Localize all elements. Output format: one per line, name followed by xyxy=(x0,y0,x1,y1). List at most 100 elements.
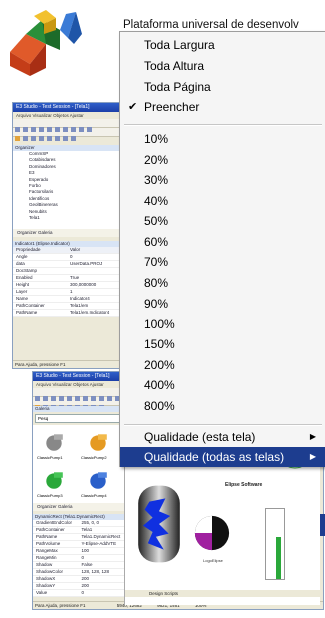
menu-item-label: 200% xyxy=(144,358,175,372)
gallery-item-label: ClassicPump2 xyxy=(81,455,107,460)
prop-name: Angle xyxy=(16,254,28,259)
menu-item-fill[interactable]: ✔ Preencher xyxy=(120,97,325,117)
prop-name: data xyxy=(16,261,25,266)
prop-value: 100 xyxy=(81,548,90,553)
properties-grid: GradientEndColor 255, 0, 0 PathContainer T… xyxy=(33,520,124,597)
prop-name: RangeMin xyxy=(36,555,57,560)
pump-icon[interactable] xyxy=(43,431,65,453)
menu-bar: Arquivo Visualizar Objetos Ajustar xyxy=(16,113,84,118)
toolbar xyxy=(13,119,121,132)
menu-separator xyxy=(124,124,322,126)
prop-name: ShadowY xyxy=(36,583,56,588)
menu-item-full-page[interactable]: Toda Página xyxy=(120,77,325,97)
menu-item-label: 70% xyxy=(144,255,169,269)
prop-value: True xyxy=(70,275,80,280)
prop-value: Tela1/em xyxy=(70,303,89,308)
menu-item-label: Toda Altura xyxy=(144,59,205,73)
prop-value: False xyxy=(81,562,93,567)
menu-item-zoom-100[interactable]: 100% xyxy=(120,314,325,334)
menu-item-label: 40% xyxy=(144,194,169,208)
menu-item-zoom-30[interactable]: 30% xyxy=(120,170,325,190)
pie-graphic xyxy=(194,515,230,551)
menu-item-zoom-90[interactable]: 90% xyxy=(120,294,325,314)
menu-item-label: 10% xyxy=(144,132,169,146)
gallery-search-field[interactable]: Pesq xyxy=(35,414,122,423)
menu-item-full-width[interactable]: Toda Largura xyxy=(120,35,325,55)
menu-item-zoom-800[interactable]: 800% xyxy=(120,396,325,416)
prop-value: Indicator4 xyxy=(70,296,90,301)
toolbar-2 xyxy=(13,128,121,141)
status-bar: Para Ajuda, pressione F1 xyxy=(13,360,121,368)
pump-icon[interactable] xyxy=(43,469,65,491)
menu-item-zoom-200[interactable]: 200% xyxy=(120,355,325,375)
menu-item-label: Toda Página xyxy=(144,80,211,94)
menu-item-label: 150% xyxy=(144,337,175,351)
prop-name: GradientEndColor xyxy=(36,520,73,525)
menu-item-label: 400% xyxy=(144,378,175,392)
menu-item-zoom-50[interactable]: 50% xyxy=(120,211,325,231)
prop-name: ShadowX xyxy=(36,576,56,581)
menu-item-label: 80% xyxy=(144,276,169,290)
menu-item-label: 20% xyxy=(144,153,169,167)
menu-item-label: 90% xyxy=(144,297,169,311)
submenu-arrow-icon: ▶ xyxy=(309,432,316,441)
zoom-context-menu: Toda Largura Toda Altura Toda Página ✔ P… xyxy=(119,31,325,467)
prop-value: Tela1.DynamicRect xyxy=(81,534,121,539)
prop-name: Height xyxy=(16,282,30,287)
panel-tabs: Organizer Galeria xyxy=(13,229,121,237)
menu-item-quality-this-screen[interactable]: Qualidade (esta tela) ▶ xyxy=(120,427,325,447)
menu-item-zoom-40[interactable]: 40% xyxy=(120,191,325,211)
checkmark-icon: ✔ xyxy=(128,101,138,113)
menu-item-label: 50% xyxy=(144,214,169,228)
menu-item-label: 30% xyxy=(144,173,169,187)
canvas-tabs[interactable]: Design Scripts xyxy=(125,590,320,597)
menu-item-label: Qualidade (todas as telas) xyxy=(144,450,285,464)
prop-name: PathContainer xyxy=(36,527,65,532)
panel-tabs: Organizer Galeria xyxy=(33,503,124,511)
prop-value: Tela1 xyxy=(81,527,93,532)
prop-value: 200 xyxy=(81,583,90,588)
menu-item-label: 800% xyxy=(144,399,175,413)
gallery-item-label: ClassicPump1 xyxy=(37,455,63,460)
prop-name: Enabled xyxy=(16,275,33,280)
prop-value: 0 xyxy=(81,590,85,595)
prop-value: 128, 128, 128 xyxy=(81,569,110,574)
menu-item-full-height[interactable]: Toda Altura xyxy=(120,56,325,76)
canvas-title: Elipse Software xyxy=(225,482,263,488)
prop-value: 0 xyxy=(81,555,85,560)
menu-item-zoom-10[interactable]: 10% xyxy=(120,129,325,149)
tree-item: Tela1 xyxy=(29,215,40,221)
menu-item-zoom-150[interactable]: 150% xyxy=(120,334,325,354)
prop-name: PathName xyxy=(36,534,58,539)
prop-name: ShadowColor xyxy=(36,569,64,574)
submenu-edge xyxy=(320,514,325,536)
gallery-panel-title: Galeria xyxy=(33,406,124,412)
menu-item-zoom-400[interactable]: 400% xyxy=(120,375,325,395)
prop-name: Name xyxy=(16,296,29,301)
menu-item-zoom-20[interactable]: 20% xyxy=(120,150,325,170)
menu-item-label: Qualidade (esta tela) xyxy=(144,430,256,444)
menu-item-label: 60% xyxy=(144,235,169,249)
prop-value: 200 xyxy=(81,576,90,581)
prop-name: Shadow xyxy=(36,562,53,567)
canvas-logo-label: LogoElipse xyxy=(203,558,223,563)
bar-meter-fill xyxy=(276,537,281,579)
menu-separator xyxy=(124,424,322,426)
menu-item-zoom-80[interactable]: 80% xyxy=(120,273,325,293)
prop-value: 0 xyxy=(70,254,73,259)
pump-icon[interactable] xyxy=(87,431,109,453)
pump-icon[interactable] xyxy=(87,469,109,491)
prop-name: RangeMax xyxy=(36,548,58,553)
prop-value: Tela1/em.Indicator4 xyxy=(70,310,110,315)
organizer-tree: CommSP Cotabisdares Dominadores E3 Esper… xyxy=(13,151,121,229)
menu-item-zoom-60[interactable]: 60% xyxy=(120,232,325,252)
menu-item-zoom-70[interactable]: 70% xyxy=(120,252,325,272)
prop-name: PathVolume xyxy=(36,541,61,546)
prop-value: 300,0000000 xyxy=(70,282,97,287)
menu-item-label: 100% xyxy=(144,317,175,331)
bar-meter xyxy=(265,508,285,580)
window-title: E3 Studio - Test Session - [Tela1] xyxy=(13,103,121,112)
menu-item-quality-all-screens[interactable]: Qualidade (todas as telas) ▶ xyxy=(120,447,325,467)
menu-item-label: Toda Largura xyxy=(144,38,215,52)
prop-value: 255, 0, 0 xyxy=(81,520,100,525)
